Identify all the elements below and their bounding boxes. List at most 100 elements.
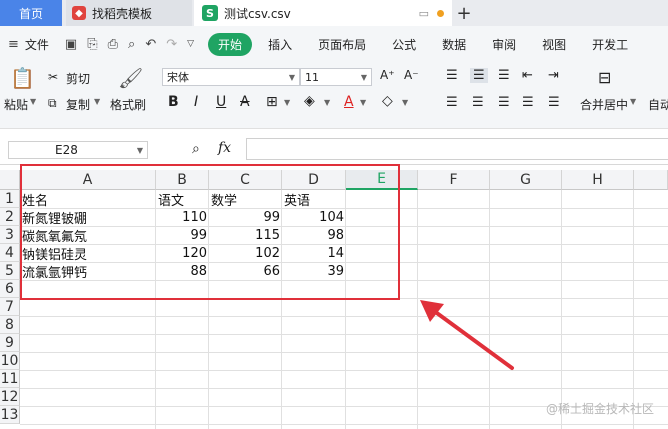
undo-icon[interactable]: ↶: [145, 37, 156, 52]
align-middle-icon[interactable]: ☰: [470, 68, 488, 83]
justify-icon[interactable]: ☰: [522, 95, 534, 110]
underline-icon[interactable]: U: [216, 94, 226, 110]
row-header[interactable]: 2: [0, 208, 20, 226]
paste-dropdown-icon[interactable]: ▼: [30, 97, 36, 106]
export-icon[interactable]: ⎘: [87, 37, 97, 52]
menu-view[interactable]: 视图: [542, 36, 566, 53]
indent-left-icon[interactable]: ⇤: [522, 68, 533, 83]
docer-icon: ◆: [72, 6, 86, 20]
strikethrough-icon[interactable]: A: [240, 94, 250, 110]
font-size-value: 11: [305, 70, 319, 84]
row-header[interactable]: 4: [0, 244, 20, 262]
tab-csv-file[interactable]: S 测试csv.csv ▭: [194, 0, 452, 26]
font-color-icon[interactable]: A: [344, 94, 354, 110]
menu-start[interactable]: 开始: [208, 32, 253, 56]
new-tab-button[interactable]: +: [452, 0, 476, 26]
align-bottom-icon[interactable]: ☰: [498, 68, 510, 83]
tab-template[interactable]: ◆ 找稻壳模板: [66, 0, 192, 26]
row-header[interactable]: 1: [0, 190, 20, 208]
distribute-icon[interactable]: ☰: [548, 95, 560, 110]
tab-home[interactable]: 首页: [0, 0, 62, 26]
row-header[interactable]: 7: [0, 298, 20, 316]
zoom-search-icon[interactable]: ⌕: [192, 141, 200, 157]
redo-icon[interactable]: ↷: [166, 37, 177, 52]
menu-file[interactable]: 文件: [25, 36, 49, 53]
menu-data[interactable]: 数据: [442, 36, 466, 53]
fx-icon[interactable]: fx: [218, 140, 231, 156]
highlight-box: [20, 164, 400, 300]
row-header[interactable]: 6: [0, 280, 20, 298]
row-header[interactable]: 3: [0, 226, 20, 244]
watermark: @稀土掘金技术社区: [545, 402, 654, 416]
cell-reference: E28: [55, 143, 78, 157]
highlight-dropdown-icon[interactable]: ▼: [324, 98, 330, 107]
align-left-icon[interactable]: ☰: [446, 95, 458, 110]
menu-insert[interactable]: 插入: [268, 36, 292, 53]
merge-dropdown-icon[interactable]: ▼: [630, 97, 636, 106]
decrease-font-icon[interactable]: A⁻: [404, 68, 419, 82]
tab-csv-label: 测试csv.csv: [224, 6, 291, 21]
row-header[interactable]: 11: [0, 370, 20, 388]
align-top-icon[interactable]: ☰: [446, 68, 458, 83]
monitor-icon[interactable]: ▭: [419, 7, 429, 20]
border-dropdown-icon[interactable]: ▼: [284, 98, 290, 107]
menu-bar: ≡ 文件 ▣ ⎘ ⎙ ⌕ ↶ ↷ ▽ 开始 插入 页面布局 公式 数据 审阅 视…: [0, 26, 668, 62]
increase-font-icon[interactable]: A⁺: [380, 68, 395, 82]
border-icon[interactable]: ⊞: [266, 94, 278, 110]
ribbon: 📋 粘贴 ▼ ✂ 剪切 ⧉ 复制 ▼ 🖌 格式刷 宋体 ▼ 11 ▼ A⁺ A⁻ B…: [0, 62, 668, 129]
row-header[interactable]: 5: [0, 262, 20, 280]
font-name-select[interactable]: 宋体 ▼: [162, 68, 300, 86]
copy-icon[interactable]: ⧉: [48, 96, 57, 111]
clear-dropdown-icon[interactable]: ▼: [402, 98, 408, 107]
formula-bar: E28 ▼ ⌕ fx: [0, 136, 668, 165]
font-color-dropdown-icon[interactable]: ▼: [360, 98, 366, 107]
print-preview-icon[interactable]: ⌕: [128, 37, 135, 52]
paste-button[interactable]: 粘贴: [4, 96, 28, 113]
column-header-f[interactable]: F: [418, 170, 490, 190]
font-size-select[interactable]: 11 ▼: [300, 68, 372, 86]
spreadsheet-icon: S: [202, 5, 218, 21]
copy-dropdown-icon[interactable]: ▼: [94, 97, 100, 106]
highlight-icon[interactable]: ◈: [304, 93, 315, 109]
column-header-i[interactable]: [634, 170, 668, 190]
indent-right-icon[interactable]: ⇥: [548, 68, 559, 83]
menu-page-layout[interactable]: 页面布局: [318, 36, 366, 53]
font-name-value: 宋体: [167, 71, 189, 84]
italic-icon[interactable]: I: [194, 94, 198, 110]
more-dropdown-icon[interactable]: ▽: [187, 39, 194, 49]
paste-icon[interactable]: 📋: [10, 66, 35, 90]
format-painter-button[interactable]: 格式刷: [110, 96, 146, 113]
formula-input[interactable]: [246, 138, 668, 160]
align-center-icon[interactable]: ☰: [472, 95, 484, 110]
bold-icon[interactable]: B: [168, 94, 179, 110]
menu-review[interactable]: 审阅: [492, 36, 516, 53]
menu-developer[interactable]: 开发工: [592, 36, 628, 53]
column-header-g[interactable]: G: [490, 170, 562, 190]
menu-formula[interactable]: 公式: [392, 36, 416, 53]
merge-icon[interactable]: ⊟: [598, 68, 611, 87]
row-header[interactable]: 10: [0, 352, 20, 370]
merge-center-button[interactable]: 合并居中: [580, 96, 628, 113]
row-header[interactable]: 9: [0, 334, 20, 352]
save-icon[interactable]: ▣: [65, 37, 77, 52]
scissors-icon[interactable]: ✂: [48, 70, 58, 84]
column-header-h[interactable]: H: [562, 170, 634, 190]
tab-home-label: 首页: [18, 6, 43, 21]
format-painter-icon[interactable]: 🖌: [118, 66, 143, 90]
select-all-corner[interactable]: [0, 170, 20, 190]
print-icon[interactable]: ⎙: [108, 37, 118, 52]
row-header[interactable]: 12: [0, 388, 20, 406]
name-box[interactable]: E28 ▼: [8, 141, 148, 159]
hamburger-icon[interactable]: ≡: [8, 37, 19, 52]
row-header[interactable]: 8: [0, 316, 20, 334]
annotation-arrow-icon: [420, 300, 514, 370]
cut-button[interactable]: 剪切: [66, 70, 90, 87]
tab-bar: 首页 ◆ 找稻壳模板 S 测试csv.csv ▭ +: [0, 0, 668, 26]
copy-button[interactable]: 复制: [66, 96, 90, 113]
auto-button[interactable]: 自动: [648, 96, 668, 113]
name-box-dropdown-icon[interactable]: ▼: [137, 146, 143, 155]
clear-format-icon[interactable]: ◇: [382, 93, 393, 109]
row-header[interactable]: 13: [0, 406, 20, 424]
unsaved-dot-icon: [437, 9, 444, 17]
align-right-icon[interactable]: ☰: [498, 95, 510, 110]
